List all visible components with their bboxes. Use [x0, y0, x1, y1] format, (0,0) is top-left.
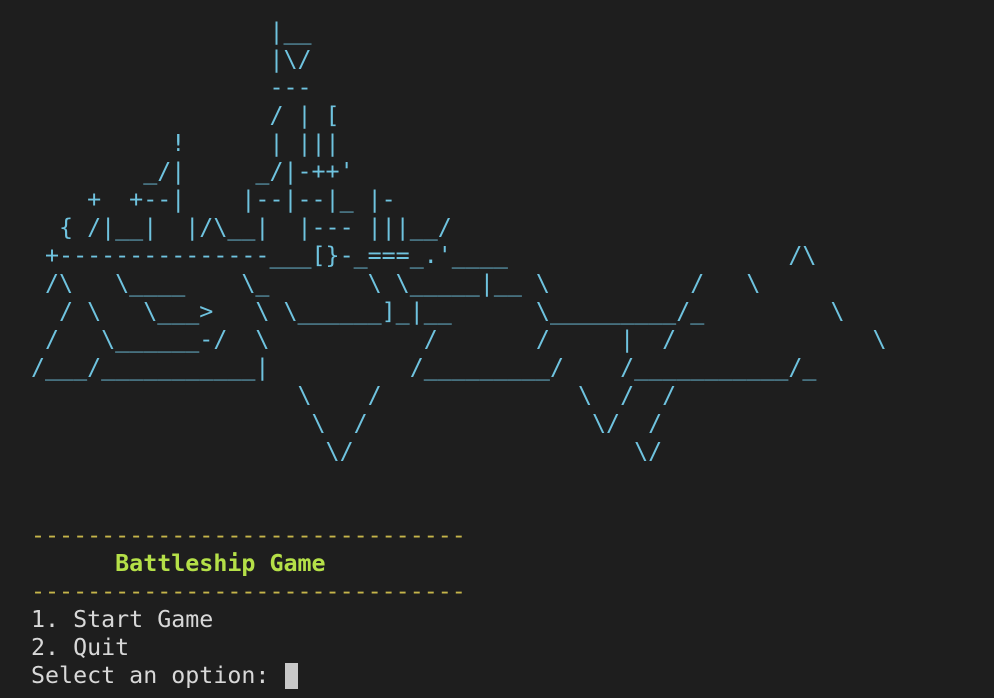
ascii-art-line: { /|__| |/\__| |--- |||__/: [31, 214, 452, 241]
ascii-art-line: /\ \____ \_ \ \_____|__ \ / \: [31, 270, 761, 297]
menu-rule-top: -------------------------------: [31, 522, 466, 549]
ascii-art-line: |__: [31, 18, 312, 45]
ascii-art-line: _/| _/|-++': [31, 158, 354, 185]
prompt-label: Select an option:: [31, 662, 284, 689]
ascii-art-line: \ / \/ /: [31, 410, 663, 437]
menu-option-start-game: 1. Start Game: [31, 606, 214, 633]
ascii-art-line: \ / \ / /: [31, 382, 677, 409]
ascii-art-line: ! | |||: [31, 130, 340, 157]
text-cursor[interactable]: [285, 663, 299, 689]
menu-rule-bottom: -------------------------------: [31, 578, 466, 605]
ascii-art-line: /___/___________| /_________/ /_________…: [31, 354, 817, 381]
ascii-art-line: / \ \___> \ \______]_|__ \_________/_ \: [31, 298, 845, 325]
ascii-art-line: +---------------___[}-_===_.'____ /\: [31, 242, 817, 269]
menu-option-quit: 2. Quit: [31, 634, 130, 661]
ascii-art-line: / \______-/ \ / / | / \: [31, 326, 887, 353]
prompt-line[interactable]: Select an option:: [31, 662, 981, 690]
ascii-art-line: ---: [31, 74, 312, 101]
battleship-ascii-art: |__ |\/ --- / | [ ! | ||| _/| _/|-++' + …: [31, 18, 981, 466]
ascii-art-line: / | [: [31, 102, 340, 129]
terminal-window: |__ |\/ --- / | [ ! | ||| _/| _/|-++' + …: [31, 18, 981, 690]
menu-title: Battleship Game: [31, 550, 326, 577]
ascii-art-line: \/ \/: [31, 438, 663, 465]
ascii-art-line: |\/: [31, 46, 312, 73]
ascii-art-line: + +--| |--|--|_ |-: [31, 186, 396, 213]
